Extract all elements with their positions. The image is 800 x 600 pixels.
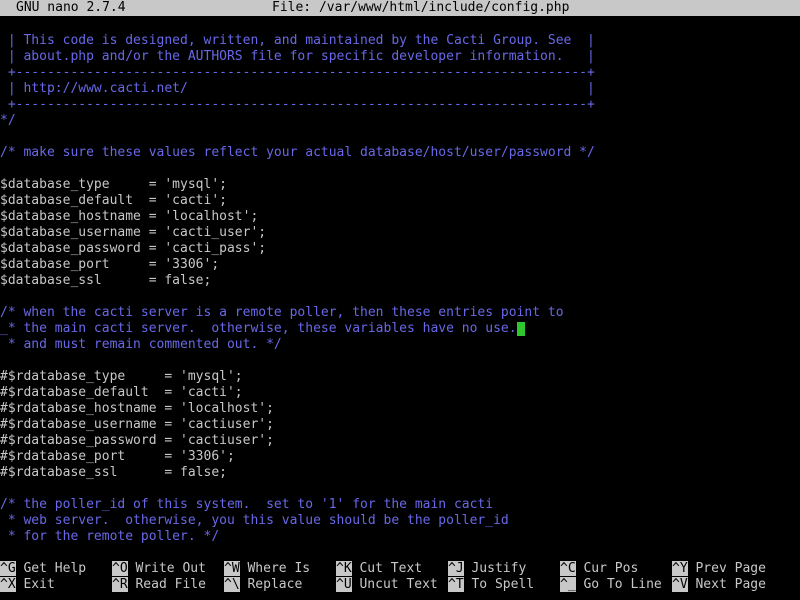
editor-line: | This code is designed, written, and ma… (0, 33, 595, 48)
editor-line: _* the main cacti server. otherwise, the… (0, 321, 525, 337)
shortcut-label: To Spell (463, 577, 535, 592)
shortcut-next-page[interactable]: ^V Next Page (672, 577, 766, 593)
shortcut-justify[interactable]: ^J Justify (448, 561, 526, 577)
shortcut-exit[interactable]: ^X Exit (0, 577, 55, 593)
editor-line: $database_hostname = 'localhost'; (0, 209, 259, 224)
editor-line: $database_ssl = false; (0, 273, 212, 288)
shortcut-label: Cur Pos (575, 561, 639, 576)
shortcut-key: ^V (672, 577, 688, 592)
editor-line: #$rdatabase_port = '3306'; (0, 449, 235, 464)
file-path: File: /var/www/html/include/config.php (272, 0, 570, 15)
shortcut-cur-pos[interactable]: ^C Cur Pos (560, 561, 638, 577)
editor-line: #$rdatabase_ssl = false; (0, 465, 227, 480)
editor-line: $database_password = 'cacti_pass'; (0, 241, 267, 256)
text-cursor (516, 322, 525, 336)
editor-line: * and must remain commented out. */ (0, 337, 282, 352)
shortcut-to-spell[interactable]: ^T To Spell (448, 577, 534, 593)
shortcut-label: Read File (127, 577, 206, 592)
shortcut-where-is[interactable]: ^W Where Is (224, 561, 310, 577)
editor-line: | http://www.cacti.net/ | (0, 81, 595, 96)
shortcut-key: ^W (224, 561, 240, 576)
shortcut-label: Uncut Text (351, 577, 438, 592)
editor-line: #$rdatabase_password = 'cactiuser'; (0, 433, 274, 448)
shortcut-key: ^\ (224, 577, 240, 592)
shortcut-uncut-text[interactable]: ^U Uncut Text (336, 577, 438, 593)
editor-line: * for the remote poller. */ (0, 529, 220, 544)
shortcut-key: ^R (112, 577, 128, 592)
editor-line: $database_port = '3306'; (0, 257, 220, 272)
shortcut-go-to-line[interactable]: ^_ Go To Line (560, 577, 662, 593)
editor-line: $database_default = 'cacti'; (0, 193, 227, 208)
app-version: GNU nano 2.7.4 (16, 0, 126, 15)
editor-line: #$rdatabase_hostname = 'localhost'; (0, 401, 274, 416)
shortcut-key: ^T (448, 577, 464, 592)
editor-line: +---------------------------------------… (0, 65, 595, 80)
shortcut-key: ^J (448, 561, 464, 576)
shortcut-cut-text[interactable]: ^K Cut Text (336, 561, 422, 577)
shortcut-label: Write Out (127, 561, 206, 576)
shortcut-replace[interactable]: ^\ Replace (224, 577, 302, 593)
shortcut-key: ^_ (560, 577, 576, 592)
title-bar: GNU nano 2.7.4 File: /var/www/html/inclu… (0, 0, 800, 16)
editor-line: $database_type = 'mysql'; (0, 177, 227, 192)
shortcut-label: Exit (15, 577, 55, 592)
shortcut-key: ^U (336, 577, 352, 592)
shortcut-label: Go To Line (575, 577, 662, 592)
editor-line: +---------------------------------------… (0, 97, 595, 112)
shortcut-label: Next Page (687, 577, 766, 592)
shortcut-label: Justify (463, 561, 527, 576)
shortcut-key: ^Y (672, 561, 688, 576)
editor-line: * web server. otherwise, you this value … (0, 513, 509, 528)
shortcut-get-help[interactable]: ^G Get Help (0, 561, 86, 577)
shortcut-key: ^G (0, 561, 16, 576)
shortcut-label: Cut Text (351, 561, 423, 576)
editor-line: #$rdatabase_type = 'mysql'; (0, 369, 243, 384)
editor-line: $database_username = 'cacti_user'; (0, 225, 267, 240)
shortcut-label: Get Help (15, 561, 87, 576)
editor-line: /* the poller_id of this system. set to … (0, 497, 494, 512)
shortcut-key: ^X (0, 577, 16, 592)
shortcut-key: ^K (336, 561, 352, 576)
shortcut-prev-page[interactable]: ^Y Prev Page (672, 561, 766, 577)
editor-line: | about.php and/or the AUTHORS file for … (0, 49, 595, 64)
shortcut-write-out[interactable]: ^O Write Out (112, 561, 206, 577)
shortcut-label: Replace (239, 577, 303, 592)
shortcut-label: Where Is (239, 561, 311, 576)
shortcut-key: ^C (560, 561, 576, 576)
editor-line: /* make sure these values reflect your a… (0, 145, 595, 160)
shortcut-label: Prev Page (687, 561, 766, 576)
editor-line: #$rdatabase_username = 'cactiuser'; (0, 417, 274, 432)
editor-line: #$rdatabase_default = 'cacti'; (0, 385, 243, 400)
editor-line: */ (0, 113, 16, 128)
shortcut-read-file[interactable]: ^R Read File (112, 577, 206, 593)
shortcut-key: ^O (112, 561, 128, 576)
editor-line: /* when the cacti server is a remote pol… (0, 305, 564, 320)
